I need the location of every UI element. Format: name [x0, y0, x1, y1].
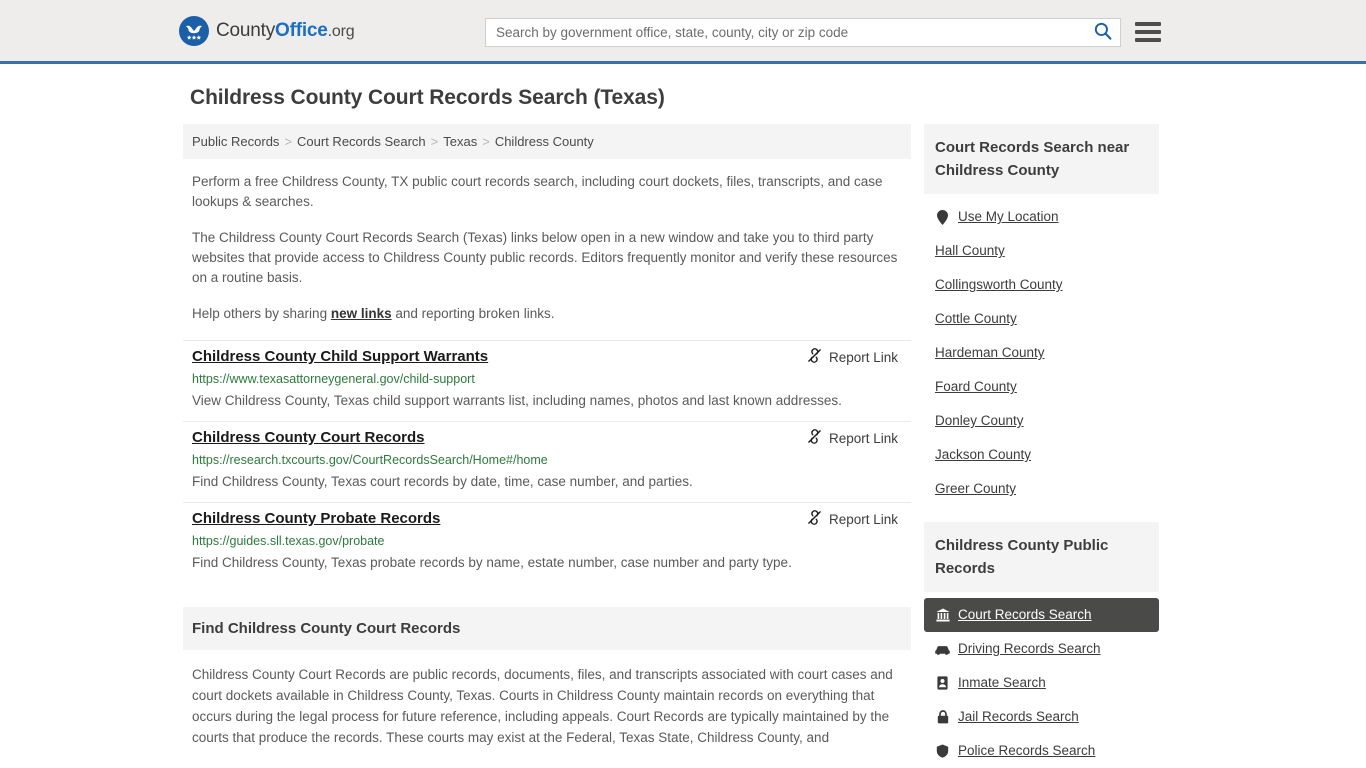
- new-links-link[interactable]: new links: [331, 306, 392, 321]
- sidebar-item-greer-county[interactable]: Greer County: [924, 472, 1159, 506]
- sidebar-nearby-box: Court Records Search near Childress Coun…: [924, 124, 1159, 506]
- intro-p3-before: Help others by sharing: [192, 306, 331, 321]
- sidebar-item-donley-county[interactable]: Donley County: [924, 404, 1159, 438]
- sidebar-nearby-link[interactable]: Use My Location: [958, 208, 1059, 226]
- find-records-section: Find Childress County Court Records Chil…: [183, 607, 911, 748]
- result-description: View Childress County, Texas child suppo…: [192, 393, 842, 408]
- sidebar-public-records-link[interactable]: Court Records Search: [958, 606, 1092, 624]
- report-link-button[interactable]: Report Link: [807, 510, 898, 528]
- report-link-label: Report Link: [828, 511, 898, 527]
- site-logo[interactable]: CountyOffice.org: [179, 15, 355, 46]
- eagle-stars-logo-icon: [179, 15, 209, 46]
- sidebar-nearby-link[interactable]: Hardeman County: [935, 344, 1045, 362]
- brand-office: Office: [275, 19, 328, 41]
- sidebar-nearby-link[interactable]: Jackson County: [935, 446, 1031, 464]
- main-content: Public Records > Court Records Search > Texa…: [183, 124, 911, 748]
- result-title-link[interactable]: Childress County Court Records: [192, 428, 425, 448]
- police-badge-icon: [935, 744, 950, 759]
- result-item: Childress County Court Records Report Li…: [183, 421, 911, 502]
- result-title-link[interactable]: Childress County Child Support Warrants: [192, 347, 488, 367]
- sidebar-nearby-link[interactable]: Hall County: [935, 242, 1005, 260]
- breadcrumb-separator: >: [482, 134, 490, 149]
- site-header: CountyOffice.org: [0, 0, 1366, 64]
- sidebar-public-records-box: Childress County Public Records Court Re…: [924, 522, 1159, 768]
- result-description: Find Childress County, Texas probate rec…: [192, 555, 792, 570]
- search-button[interactable]: [1086, 19, 1120, 46]
- find-records-heading: Find Childress County Court Records: [183, 607, 911, 650]
- sidebar-nearby-link[interactable]: Greer County: [935, 480, 1016, 498]
- result-item: Childress County Child Support Warrants: [183, 340, 911, 421]
- sidebar-item-jail-records-search[interactable]: Jail Records Search: [924, 700, 1159, 734]
- sidebar-item-police-records-search[interactable]: Police Records Search: [924, 734, 1159, 768]
- lock-icon: [935, 710, 950, 725]
- report-link-label: Report Link: [828, 349, 898, 365]
- courthouse-icon: [935, 608, 950, 623]
- sidebar-item-cottle-county[interactable]: Cottle County: [924, 302, 1159, 336]
- breadcrumb-item-childress-county: Childress County: [494, 134, 594, 149]
- report-link-button[interactable]: Report Link: [807, 429, 898, 447]
- sidebar-public-records-link[interactable]: Inmate Search: [958, 674, 1046, 692]
- sidebar-nearby-link[interactable]: Cottle County: [935, 310, 1017, 328]
- sidebar-item-jackson-county[interactable]: Jackson County: [924, 438, 1159, 472]
- broken-link-icon: [807, 348, 822, 366]
- sidebar-item-hall-county[interactable]: Hall County: [924, 234, 1159, 268]
- sidebar-nearby-link[interactable]: Foard County: [935, 378, 1017, 396]
- car-icon: [935, 642, 950, 657]
- breadcrumb-separator: >: [284, 134, 293, 149]
- result-title-link[interactable]: Childress County Probate Records: [192, 509, 440, 529]
- result-item: Childress County Probate Records Report …: [183, 502, 911, 583]
- breadcrumb-separator: >: [430, 134, 439, 149]
- breadcrumb-item-court-records-search[interactable]: Court Records Search: [297, 134, 426, 149]
- sidebar-public-records-link[interactable]: Jail Records Search: [958, 708, 1079, 726]
- sidebar-item-foard-county[interactable]: Foard County: [924, 370, 1159, 404]
- search-input[interactable]: [486, 19, 1086, 46]
- sidebar-nearby-heading: Court Records Search near Childress Coun…: [924, 124, 1159, 194]
- sidebar-nearby-link[interactable]: Donley County: [935, 412, 1024, 430]
- broken-link-icon: [807, 429, 822, 447]
- sidebar: Court Records Search near Childress Coun…: [924, 124, 1159, 768]
- sidebar-public-records-link[interactable]: Police Records Search: [958, 742, 1095, 760]
- breadcrumb: Public Records > Court Records Search > Texa…: [183, 124, 911, 159]
- brand-county: County: [216, 19, 276, 41]
- report-link-button[interactable]: Report Link: [807, 348, 898, 366]
- find-records-body: Childress County Court Records are publi…: [192, 667, 893, 745]
- result-url[interactable]: https://www.texasattorneygeneral.gov/chi…: [192, 371, 902, 387]
- result-url[interactable]: https://research.txcourts.gov/CourtRecor…: [192, 452, 902, 468]
- sidebar-nearby-link[interactable]: Collingsworth County: [935, 276, 1063, 294]
- sidebar-public-records-link[interactable]: Driving Records Search: [958, 640, 1101, 658]
- report-link-label: Report Link: [828, 430, 898, 446]
- search-icon: [1094, 22, 1112, 43]
- brand-org: .org: [327, 22, 355, 40]
- result-description: Find Childress County, Texas court recor…: [192, 474, 693, 489]
- intro-p3-after: and reporting broken links.: [391, 306, 555, 321]
- intro-paragraph-2: The Childress County Court Records Searc…: [192, 230, 898, 285]
- sidebar-item-court-records-search[interactable]: Court Records Search: [924, 598, 1159, 632]
- search-bar: [485, 18, 1121, 47]
- page-title: Childress County Court Records Search (T…: [190, 86, 665, 109]
- site-logo-text: CountyOffice.org: [216, 19, 355, 42]
- hamburger-menu-icon[interactable]: [1135, 19, 1161, 45]
- intro-text: Perform a free Childress County, TX publ…: [183, 172, 911, 324]
- page-container: Childress County Court Records Search (T…: [183, 64, 1183, 768]
- sidebar-item-use-my-location[interactable]: Use My Location: [924, 200, 1159, 234]
- sidebar-item-inmate-search[interactable]: Inmate Search: [924, 666, 1159, 700]
- broken-link-icon: [807, 510, 822, 528]
- result-url[interactable]: https://guides.sll.texas.gov/probate: [192, 533, 902, 549]
- breadcrumb-item-public-records[interactable]: Public Records: [192, 134, 279, 149]
- sidebar-item-hardeman-county[interactable]: Hardeman County: [924, 336, 1159, 370]
- intro-paragraph-1: Perform a free Childress County, TX publ…: [192, 174, 883, 209]
- intro-paragraph-3: Help others by sharing new links and rep…: [183, 304, 911, 324]
- sidebar-public-records-heading: Childress County Public Records: [924, 522, 1159, 592]
- map-pin-icon: [935, 209, 950, 225]
- breadcrumb-item-texas[interactable]: Texas: [443, 134, 477, 149]
- sidebar-item-driving-records-search[interactable]: Driving Records Search: [924, 632, 1159, 666]
- sidebar-item-collingsworth-county[interactable]: Collingsworth County: [924, 268, 1159, 302]
- id-card-icon: [935, 676, 950, 691]
